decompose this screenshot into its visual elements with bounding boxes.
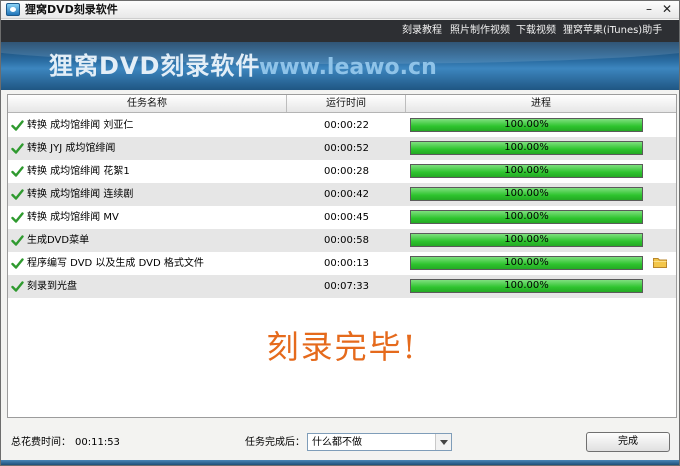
progress-label: 100.00% <box>504 257 549 268</box>
title-bar: 狸窝DVD刻录软件 – ✕ <box>1 1 679 19</box>
banner: 狸窝DVD刻录软件 www.leawo.cn <box>1 42 679 90</box>
menu-photo-video[interactable]: 照片制作视频 <box>450 24 510 37</box>
task-name: 转换 JYJ 成均馆绯闻 <box>27 143 116 154</box>
after-task-value: 什么都不做 <box>312 437 362 448</box>
progress-bar: 100.00% <box>410 210 643 224</box>
task-time: 00:00:42 <box>324 189 369 200</box>
check-icon <box>11 212 24 223</box>
task-name: 程序编写 DVD 以及生成 DVD 格式文件 <box>27 258 204 269</box>
table-row[interactable]: 转换 成均馆绯闻 花絮1 00:00:28 100.00% <box>8 160 676 183</box>
progress-label: 100.00% <box>504 165 549 176</box>
progress-label: 100.00% <box>504 188 549 199</box>
column-header-name[interactable]: 任务名称 <box>8 95 287 112</box>
progress-label: 100.00% <box>504 280 549 291</box>
progress-bar: 100.00% <box>410 256 643 270</box>
app-window: 狸窝DVD刻录软件 – ✕ 刻录教程 照片制作视频 下载视频 狸窝苹果(iTun… <box>0 0 680 466</box>
app-logo-icon <box>6 3 20 16</box>
table-row[interactable]: 生成DVD菜单 00:00:58 100.00% <box>8 229 676 252</box>
check-icon <box>11 189 24 200</box>
table-row[interactable]: 程序编写 DVD 以及生成 DVD 格式文件 00:00:13 100.00% <box>8 252 676 275</box>
task-time: 00:00:52 <box>324 143 369 154</box>
menu-itunes-helper[interactable]: 狸窝苹果(iTunes)助手 <box>563 24 662 37</box>
menu-download-video[interactable]: 下载视频 <box>516 24 556 37</box>
task-time: 00:00:13 <box>324 258 369 269</box>
column-header-time[interactable]: 运行时间 <box>287 95 406 112</box>
task-time: 00:00:58 <box>324 235 369 246</box>
check-icon <box>11 281 24 292</box>
table-header: 任务名称 运行时间 进程 <box>8 95 676 113</box>
total-time-label: 总花费时间： <box>11 437 71 448</box>
completion-message: 刻录完毕! <box>266 328 418 366</box>
banner-url: www.leawo.cn <box>259 55 437 80</box>
task-time: 00:00:28 <box>324 166 369 177</box>
progress-label: 100.00% <box>504 142 549 153</box>
table-row[interactable]: 转换 成均馆绯闻 刘亚仁 00:00:22 100.00% <box>8 114 676 137</box>
table-row[interactable]: 转换 成均馆绯闻 MV 00:00:45 100.00% <box>8 206 676 229</box>
total-time-value: 00:11:53 <box>75 437 120 448</box>
check-icon <box>11 120 24 131</box>
window-title: 狸窝DVD刻录软件 <box>25 3 118 16</box>
progress-bar: 100.00% <box>410 187 643 201</box>
task-name: 转换 成均馆绯闻 花絮1 <box>27 166 130 177</box>
table-row[interactable]: 刻录到光盘 00:07:33 100.00% <box>8 275 676 298</box>
task-name: 转换 成均馆绯闻 刘亚仁 <box>27 120 134 131</box>
task-time: 00:07:33 <box>324 281 369 292</box>
progress-label: 100.00% <box>504 234 549 245</box>
top-menu: 刻录教程 照片制作视频 下载视频 狸窝苹果(iTunes)助手 <box>1 20 679 42</box>
task-table: 任务名称 运行时间 进程 转换 成均馆绯闻 刘亚仁 00:00:22 100.00%… <box>7 94 677 418</box>
progress-bar: 100.00% <box>410 118 643 132</box>
progress-label: 100.00% <box>504 119 549 130</box>
menu-burn-tutorial[interactable]: 刻录教程 <box>402 24 442 37</box>
task-name: 转换 成均馆绯闻 MV <box>27 212 119 223</box>
check-icon <box>11 166 24 177</box>
progress-label: 100.00% <box>504 211 549 222</box>
after-task-label: 任务完成后： <box>245 437 305 448</box>
check-icon <box>11 143 24 154</box>
table-row[interactable]: 转换 成均馆绯闻 连续剧 00:00:42 100.00% <box>8 183 676 206</box>
minimize-button[interactable]: – <box>641 2 657 17</box>
task-name: 生成DVD菜单 <box>27 235 90 246</box>
task-name: 转换 成均馆绯闻 连续剧 <box>27 189 134 200</box>
chevron-down-icon[interactable] <box>435 434 451 450</box>
task-time: 00:00:45 <box>324 212 369 223</box>
task-time: 00:00:22 <box>324 120 369 131</box>
folder-icon[interactable] <box>653 257 667 268</box>
column-header-progress[interactable]: 进程 <box>406 95 676 112</box>
task-name: 刻录到光盘 <box>27 281 77 292</box>
done-button[interactable]: 完成 <box>586 432 670 452</box>
progress-bar: 100.00% <box>410 141 643 155</box>
close-button[interactable]: ✕ <box>659 2 675 17</box>
bottom-strip <box>1 460 679 465</box>
check-icon <box>11 258 24 269</box>
table-row[interactable]: 转换 JYJ 成均馆绯闻 00:00:52 100.00% <box>8 137 676 160</box>
check-icon <box>11 235 24 246</box>
progress-bar: 100.00% <box>410 279 643 293</box>
progress-bar: 100.00% <box>410 164 643 178</box>
after-task-select[interactable]: 什么都不做 <box>307 433 452 451</box>
progress-bar: 100.00% <box>410 233 643 247</box>
banner-title: 狸窝DVD刻录软件 <box>49 52 261 80</box>
